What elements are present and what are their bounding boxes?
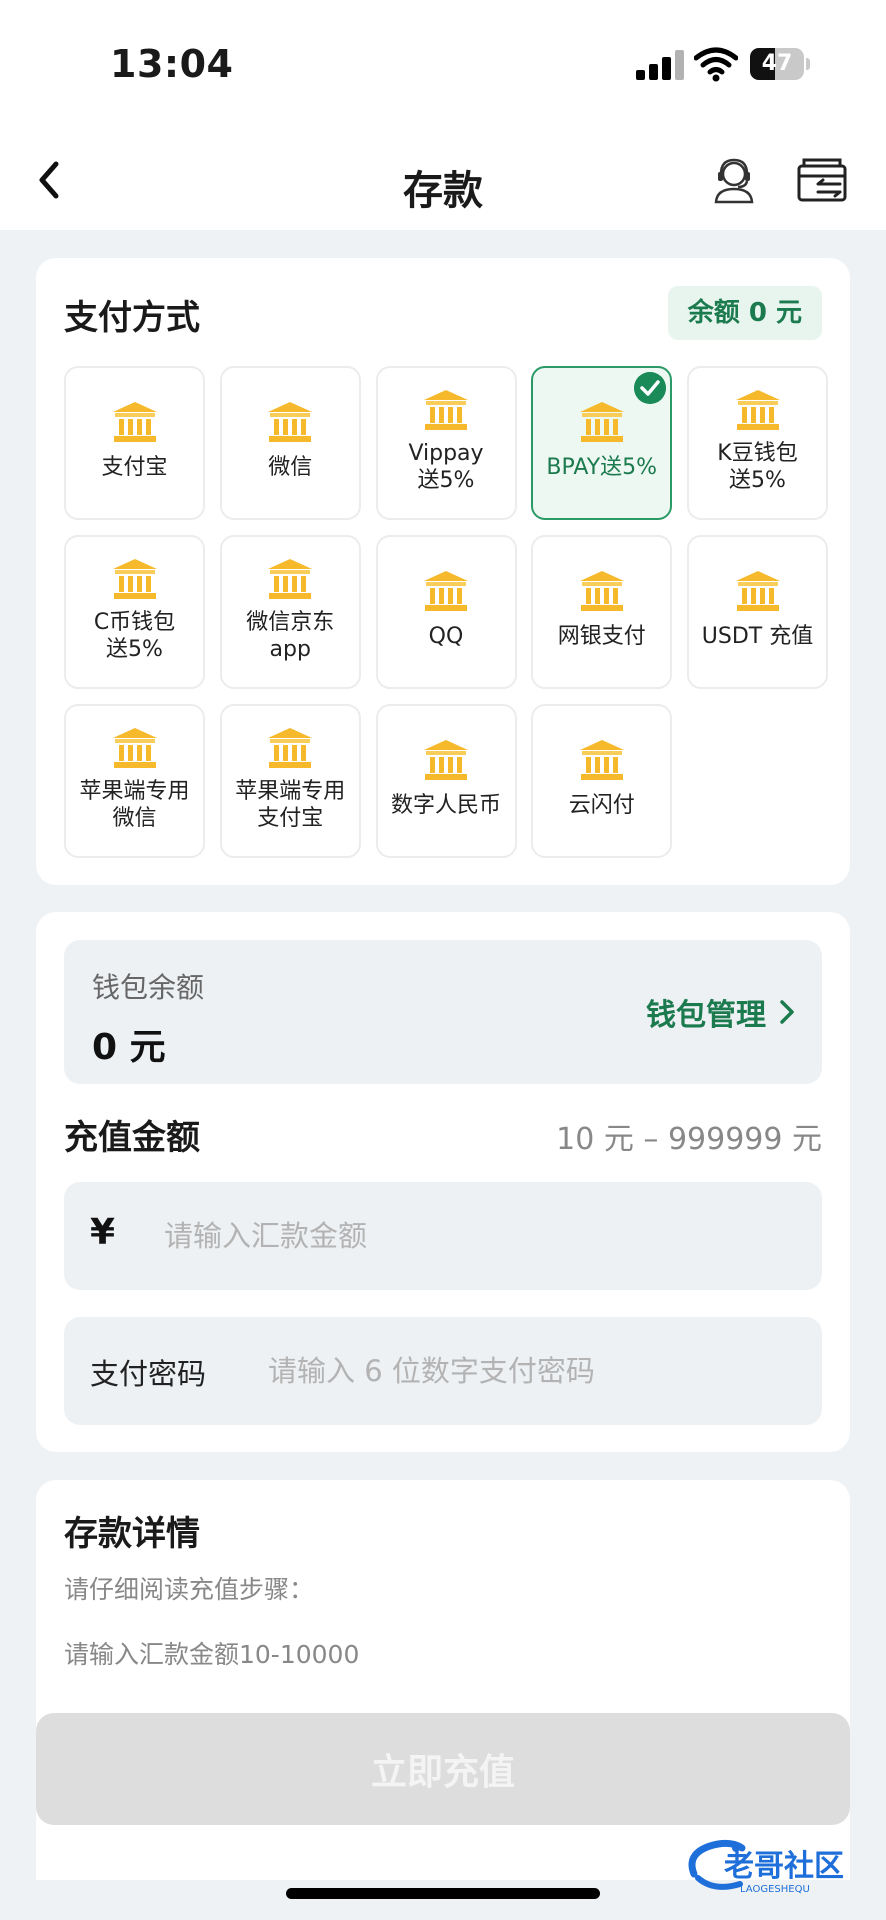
currency-symbol: ¥ (90, 1212, 116, 1253)
svg-text:LAOGESHEQU: LAOGESHEQU (740, 1884, 810, 1895)
payment-method-tile[interactable]: K豆钱包 送5% (687, 366, 828, 520)
battery-icon: 47 (750, 48, 810, 80)
bank-icon (112, 728, 157, 768)
bank-icon (735, 390, 780, 430)
payment-method-label: 数字人民币 (390, 793, 501, 818)
deposit-details-title: 存款详情 (64, 1514, 200, 1554)
svg-text:老哥社区: 老哥社区 (724, 1849, 844, 1884)
bank-icon (424, 571, 468, 611)
submit-button[interactable]: 立即充值 (36, 1713, 850, 1825)
bank-icon (268, 559, 313, 599)
deposit-details-line-1: 请仔细阅读充值步骤： (64, 1575, 315, 1604)
payment-method-tile[interactable]: 微信 (219, 366, 361, 520)
payment-method-label: BPAY送5% (546, 455, 658, 480)
deposit-details-line-2: 请输入汇款金额10-10000 (64, 1640, 360, 1669)
payment-method-tile[interactable]: USDT 充值 (687, 535, 828, 689)
payment-method-tile[interactable]: 支付宝 (64, 366, 205, 520)
payment-method-tile[interactable]: C币钱包 送5% (64, 535, 205, 689)
bank-icon (112, 559, 157, 599)
bank-icon (579, 740, 624, 780)
nav-bar: 存款 (0, 130, 886, 230)
payment-method-label: 苹果端专用 微信 (79, 779, 190, 831)
payment-method-tile[interactable]: 云闪付 (531, 704, 673, 858)
amount-input-box: ¥ (64, 1182, 822, 1290)
payment-method-tile[interactable]: Vippay 送5% (375, 366, 517, 520)
wallet-balance-label: 钱包余额 (92, 971, 205, 1004)
bank-icon (268, 402, 313, 442)
payment-method-tile[interactable]: 苹果端专用 支付宝 (219, 704, 361, 858)
bank-icon (268, 728, 313, 768)
signal-icon (636, 50, 684, 80)
payment-method-label: C币钱包 送5% (93, 610, 176, 662)
chevron-right-icon (780, 1000, 794, 1024)
amount-title: 充值金额 (64, 1118, 200, 1158)
bank-icon (112, 402, 157, 442)
wallet-balance-box: 钱包余额 0 元 钱包管理 (64, 940, 822, 1084)
password-input[interactable] (268, 1317, 808, 1425)
amount-input[interactable] (164, 1182, 804, 1290)
payment-method-tile[interactable]: 网银支付 (531, 535, 673, 689)
payment-method-label: 微信 (268, 455, 313, 480)
status-bar: 13:04 47 (0, 0, 886, 130)
payment-method-title: 支付方式 (64, 298, 200, 338)
wallet-balance-value: 0 元 (92, 1027, 166, 1068)
payment-method-tile[interactable]: QQ (375, 535, 517, 689)
bank-icon (579, 402, 624, 442)
wallet-manage-label: 钱包管理 (646, 998, 766, 1033)
bank-icon (424, 390, 468, 430)
password-input-box: 支付密码 (64, 1317, 822, 1425)
customer-service-icon[interactable] (708, 154, 760, 206)
deposit-page: 13:04 47 存款 支付方式 余额 0 元 支付宝 微信 Vippay 送5… (0, 0, 886, 1920)
wallet-manage-link[interactable]: 钱包管理 (646, 990, 796, 1034)
amount-card: 钱包余额 0 元 钱包管理 充值金额 10 元 – 999999 元 ¥ 支付密… (36, 912, 850, 1452)
bank-icon (735, 571, 780, 611)
wallet-icon[interactable] (796, 154, 850, 206)
payment-method-label: 云闪付 (568, 793, 635, 818)
status-time: 13:04 (110, 42, 234, 86)
payment-method-tile[interactable]: 数字人民币 (375, 704, 517, 858)
password-label: 支付密码 (90, 1357, 207, 1391)
payment-method-label: QQ (428, 624, 464, 649)
wifi-icon (694, 47, 738, 82)
payment-method-label: 微信京东 app (246, 610, 335, 662)
bank-icon (579, 571, 624, 611)
home-indicator (286, 1888, 600, 1899)
payment-method-tile[interactable]: 苹果端专用 微信 (64, 704, 205, 858)
payment-method-tile[interactable]: 微信京东 app (219, 535, 361, 689)
battery-level: 47 (761, 51, 793, 76)
check-icon (634, 372, 667, 404)
payment-method-label: 支付宝 (101, 455, 168, 480)
payment-method-label: 网银支付 (557, 624, 646, 649)
payment-method-label: K豆钱包 送5% (717, 441, 798, 493)
payment-method-grid: 支付宝 微信 Vippay 送5% BPAY送5% K豆钱包 送5% C币钱包 送5% 微信… (64, 366, 828, 858)
payment-method-label: 苹果端专用 支付宝 (235, 779, 346, 831)
balance-badge: 余额 0 元 (667, 286, 822, 340)
payment-method-card: 支付方式 余额 0 元 支付宝 微信 Vippay 送5% BPAY送5% K豆钱包 送… (36, 258, 850, 885)
payment-method-label: USDT 充值 (701, 624, 814, 649)
watermark-logo: 老哥社区 LAOGESHEQU (688, 1839, 844, 1895)
bank-icon (424, 740, 468, 780)
amount-range: 10 元 – 999999 元 (556, 1122, 822, 1157)
payment-method-tile[interactable]: BPAY送5% (531, 366, 673, 520)
payment-method-label: Vippay 送5% (408, 441, 484, 493)
